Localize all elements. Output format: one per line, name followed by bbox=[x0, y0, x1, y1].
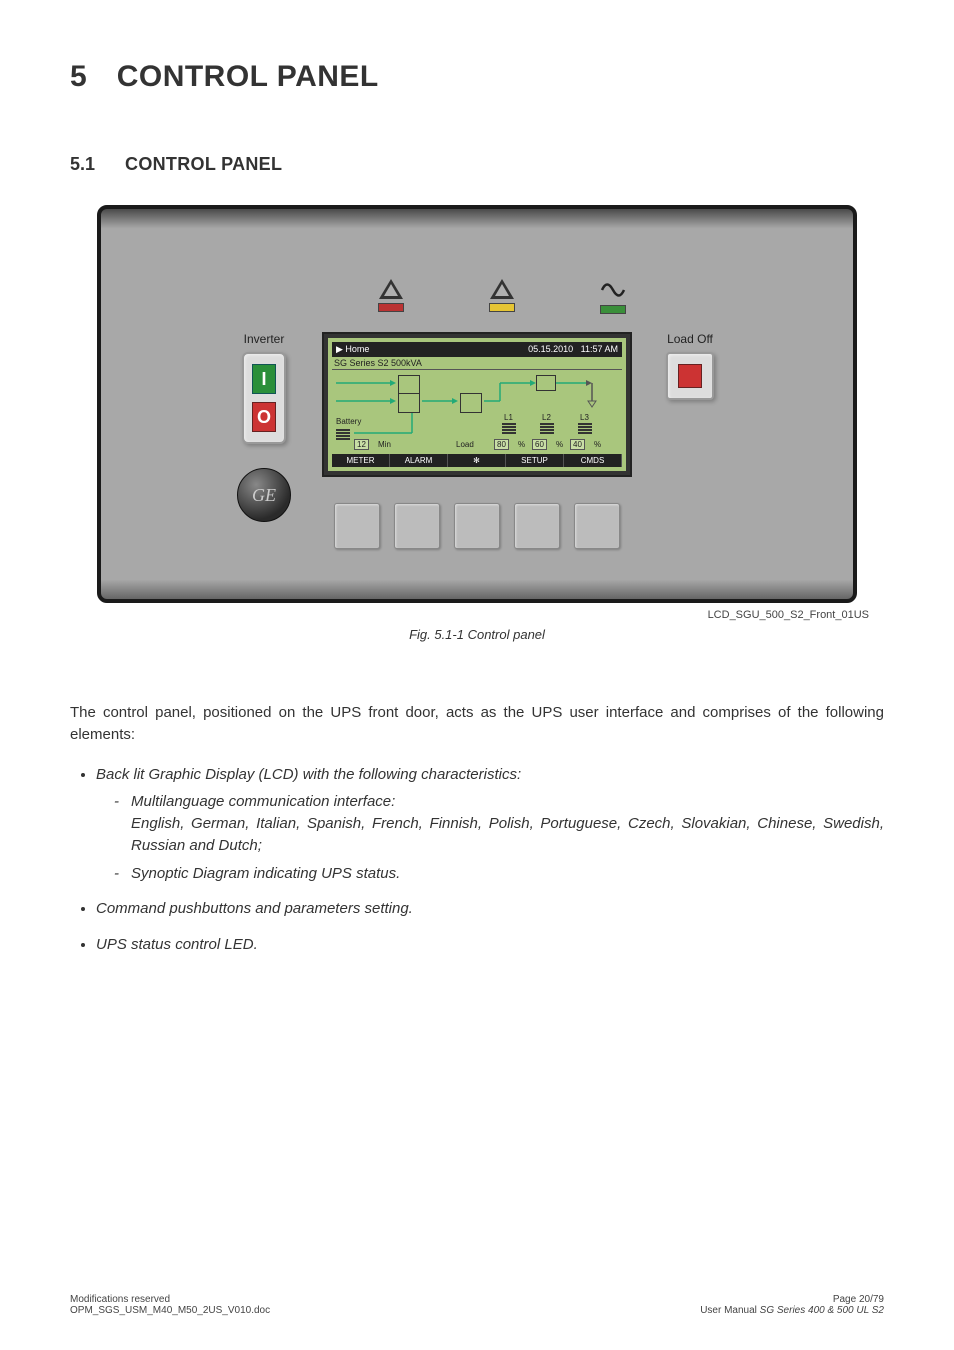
phase-l2-pct: 60 bbox=[532, 439, 547, 450]
subsection-heading: 5.1 CONTROL PANEL bbox=[70, 154, 884, 175]
inverter-switch[interactable]: I O bbox=[242, 352, 286, 444]
softkey-2[interactable] bbox=[394, 503, 440, 549]
inverter-icon bbox=[398, 393, 420, 413]
lcd-tab-alarm[interactable]: ALARM bbox=[390, 454, 448, 467]
sub-list-item: - Multilanguage communication interface:… bbox=[114, 791, 884, 856]
inverter-label: Inverter bbox=[244, 332, 285, 346]
feature-list: Back lit Graphic Display (LCD) with the … bbox=[70, 764, 884, 956]
softkey-3[interactable] bbox=[454, 503, 500, 549]
phase-l1-label: L1 bbox=[504, 413, 513, 422]
lcd-tab-cmds[interactable]: CMDS bbox=[564, 454, 622, 467]
softkey-row bbox=[322, 503, 632, 549]
lcd-synoptic-diagram: Battery 12 Min Load L1 L2 L3 bbox=[332, 373, 622, 451]
lcd-tab-setup[interactable]: SETUP bbox=[506, 454, 564, 467]
softkey-1[interactable] bbox=[334, 503, 380, 549]
battery-minutes-unit: Min bbox=[378, 440, 391, 449]
rectifier-icon bbox=[398, 375, 420, 395]
softkey-4[interactable] bbox=[514, 503, 560, 549]
bypass-icon bbox=[536, 375, 556, 391]
inverter-on-button[interactable]: I bbox=[252, 364, 276, 394]
subsection-title: CONTROL PANEL bbox=[125, 154, 282, 175]
led-bar-green bbox=[600, 305, 626, 314]
phase-l1-pct: 80 bbox=[494, 439, 509, 450]
alarm-led-yellow: ! bbox=[489, 279, 515, 314]
lcd-battery-label: Battery bbox=[336, 417, 361, 426]
lcd-header: ▶ Home 05.15.2010 11:57 AM bbox=[332, 342, 622, 357]
phase-l3-label: L3 bbox=[580, 413, 589, 422]
panel-main-row: Inverter I O GE ▶ Home 05.15.2010 11:57 … bbox=[171, 332, 783, 549]
footer-left: Modifications reserved OPM_SGS_USM_M40_M… bbox=[70, 1294, 270, 1316]
sine-wave-icon bbox=[600, 279, 626, 301]
loadoff-label: Load Off bbox=[667, 332, 713, 346]
lcd-display[interactable]: ▶ Home 05.15.2010 11:57 AM SG Series S2 … bbox=[322, 332, 632, 477]
load-off-button[interactable] bbox=[666, 352, 714, 400]
lcd-date: 05.15.2010 bbox=[528, 344, 573, 354]
led-bar-yellow bbox=[489, 303, 515, 312]
control-panel-figure: ! ! Inverter I O GE ▶ bbox=[97, 205, 857, 603]
section-number: 5 bbox=[70, 60, 87, 94]
figure-caption: Fig. 5.1-1 Control panel bbox=[70, 627, 884, 642]
lcd-home: ▶ Home bbox=[336, 344, 369, 355]
load-off-indicator bbox=[678, 364, 702, 388]
battery-minutes: 12 bbox=[354, 439, 369, 450]
section-heading: 5 CONTROL PANEL bbox=[70, 60, 884, 94]
softkey-5[interactable] bbox=[574, 503, 620, 549]
figure-reference-code: LCD_SGU_500_S2_Front_01US bbox=[70, 609, 869, 621]
inverter-controls: Inverter I O GE bbox=[224, 332, 304, 522]
lcd-tab-meter[interactable]: METER bbox=[332, 454, 390, 467]
list-item: UPS status control LED. bbox=[96, 934, 884, 956]
load-label: Load bbox=[456, 440, 474, 449]
sub-list-item: - Synoptic Diagram indicating UPS status… bbox=[114, 863, 884, 885]
status-led-green bbox=[600, 279, 626, 314]
list-item: Back lit Graphic Display (LCD) with the … bbox=[96, 764, 884, 885]
lcd-column: ▶ Home 05.15.2010 11:57 AM SG Series S2 … bbox=[322, 332, 632, 549]
phase-l2-label: L2 bbox=[542, 413, 551, 422]
inverter-off-button[interactable]: O bbox=[252, 402, 276, 432]
load-off-controls: Load Off bbox=[650, 332, 730, 400]
lcd-model: SG Series S2 500kVA bbox=[332, 357, 622, 370]
lcd-time: 11:57 AM bbox=[581, 344, 618, 354]
phase-l3-pct: 40 bbox=[570, 439, 585, 450]
list-item: Command pushbuttons and parameters setti… bbox=[96, 898, 884, 920]
lcd-tab-settings-icon[interactable]: ✻ bbox=[448, 454, 506, 467]
status-led-row: ! ! bbox=[171, 279, 783, 314]
transformer-icon bbox=[460, 393, 482, 413]
subsection-number: 5.1 bbox=[70, 154, 95, 175]
page-footer: Modifications reserved OPM_SGS_USM_M40_M… bbox=[70, 1294, 884, 1316]
led-bar-red bbox=[378, 303, 404, 312]
warning-triangle-icon: ! bbox=[379, 279, 403, 299]
ge-logo-icon: GE bbox=[237, 468, 291, 522]
lcd-tab-row: METER ALARM ✻ SETUP CMDS bbox=[332, 454, 622, 467]
footer-right: Page 20/79 User Manual SG Series 400 & 5… bbox=[700, 1294, 884, 1316]
section-title: CONTROL PANEL bbox=[117, 60, 379, 94]
intro-paragraph: The control panel, positioned on the UPS… bbox=[70, 702, 884, 746]
battery-icon bbox=[336, 429, 350, 445]
alarm-led-red: ! bbox=[378, 279, 404, 314]
warning-triangle-icon: ! bbox=[490, 279, 514, 299]
